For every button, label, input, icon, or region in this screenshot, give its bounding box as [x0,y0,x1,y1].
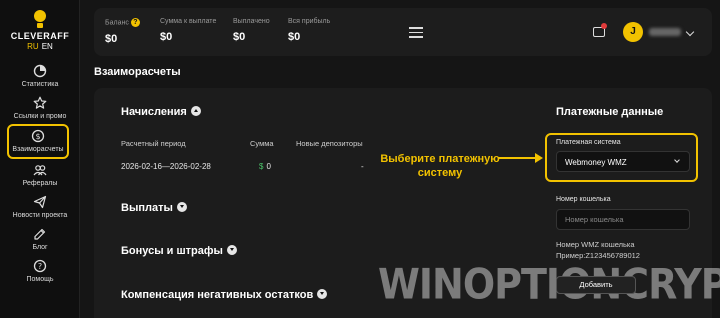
stat-label: Выплачено [233,18,270,25]
stat-balance: Баланс? $0 [105,18,140,45]
star-icon [33,96,47,109]
table-cell-amount: $0 [259,162,271,171]
accruals-header[interactable]: Начисления [121,106,201,118]
svg-text:$: $ [35,132,40,141]
lang-en-link[interactable]: EN [42,42,53,51]
sidebar-item-settlements[interactable]: $ Взаиморасчеты [7,124,69,159]
sidebar-item-referrals[interactable]: Рефералы [0,163,80,187]
sidebar-item-links[interactable]: Ссылки и промо [0,96,80,120]
sidebar-item-label: Статистика [21,81,59,88]
stat-paid: Выплачено $0 [233,18,270,43]
sidebar-item-label: Рефералы [22,180,58,187]
payment-system-select[interactable]: Webmoney WMZ [556,151,690,172]
stat-value: $0 [160,31,173,43]
accruals-title: Начисления [121,106,187,118]
help-icon: ? [33,259,47,273]
sidebar: CLEVERAFF RU EN Статистика Ссылки и промо… [0,0,80,318]
brand-name: CLEVERAFF [10,31,70,41]
wallet-hint-line-1: Номер WMZ кошелька [556,240,635,249]
expand-toggle-icon[interactable] [317,289,328,300]
annotation-line-2: систему [417,167,463,179]
expand-toggle-icon[interactable] [226,245,237,256]
sidebar-item-statistics[interactable]: Статистика [0,64,80,88]
stat-label: Баланс [105,19,129,27]
table-cell-period: 2026-02-16—2026-02-28 [121,162,211,171]
add-button[interactable]: Добавить [556,276,636,294]
sidebar-item-label: Помощь [26,276,54,283]
expand-toggle-icon[interactable] [176,202,187,213]
top-bar: Баланс? $0 Сумма к выплате $0 Выплачено … [94,8,712,56]
wallet-hint: Номер WMZ кошелька Пример:Z123456789012 [556,239,640,261]
username-blurred[interactable] [649,28,681,36]
dollar-circle-icon: $ [31,129,45,143]
sidebar-item-blog[interactable]: Блог [0,227,80,251]
stat-value: $0 [233,31,246,43]
payment-system-label: Платежная система [556,139,621,146]
bonuses-header[interactable]: Бонусы и штрафы [121,245,237,257]
sidebar-item-label: Взаиморасчеты [12,146,64,153]
stat-label: Сумма к выплате [160,18,217,25]
menu-icon[interactable] [409,27,423,38]
logo[interactable]: CLEVERAFF RU EN [0,10,80,51]
page-title: Взаиморасчеты [94,66,181,78]
currency-symbol: $ [259,162,264,171]
stat-total-profit: Вся прибыль $0 [288,18,330,43]
wallet-number-label: Номер кошелька [556,196,611,203]
stat-label: Вся прибыль [288,18,331,25]
payment-details-title: Платежные данные [556,106,664,118]
column-header: Сумма [250,139,274,148]
users-icon [33,165,47,176]
payment-system-value: Webmoney WMZ [565,158,627,167]
compensation-header[interactable]: Компенсация негативных остатков [121,289,328,301]
bulb-icon [33,10,47,28]
stat-value: $0 [105,33,118,45]
send-icon [33,195,47,209]
collapse-toggle-icon[interactable] [190,106,201,117]
pie-chart-icon [33,64,47,78]
payouts-header[interactable]: Выплаты [121,202,187,214]
sidebar-item-help[interactable]: ? Помощь [0,259,80,283]
annotation-line-1: Выберите платежную [380,153,500,165]
sidebar-item-label: Ссылки и промо [13,113,67,120]
lang-ru-link[interactable]: RU [27,42,39,51]
sidebar-item-label: Блог [32,244,48,251]
annotation-arrow [498,157,536,159]
chevron-down-icon[interactable] [685,27,695,37]
help-badge-icon[interactable]: ? [130,18,140,27]
payouts-title: Выплаты [121,202,173,214]
sidebar-item-news[interactable]: Новости проекта [0,195,80,219]
stat-to-pay: Сумма к выплате $0 [160,18,216,43]
wallet-number-input[interactable] [556,209,690,230]
arrow-head-icon [535,153,543,163]
column-header: Расчетный период [121,139,186,148]
svg-text:?: ? [38,262,42,271]
sidebar-item-label: Новости проекта [12,212,68,219]
table-cell-depositors: - [361,162,364,171]
avatar[interactable]: J [623,22,643,42]
blog-icon [34,228,46,240]
language-switcher: RU EN [0,42,80,51]
stat-value: $0 [288,31,301,43]
column-header: Новые депозиторы [296,139,363,148]
annotation-callout: Выберите платежную систему [370,152,510,180]
chevron-down-icon [674,157,680,163]
amount-value: 0 [266,162,271,171]
compensation-title: Компенсация негативных остатков [121,289,314,301]
notification-badge [601,23,607,29]
bonuses-title: Бонусы и штрафы [121,245,223,257]
watermark: WINOPTIONCRYPTO.COM [378,259,720,309]
